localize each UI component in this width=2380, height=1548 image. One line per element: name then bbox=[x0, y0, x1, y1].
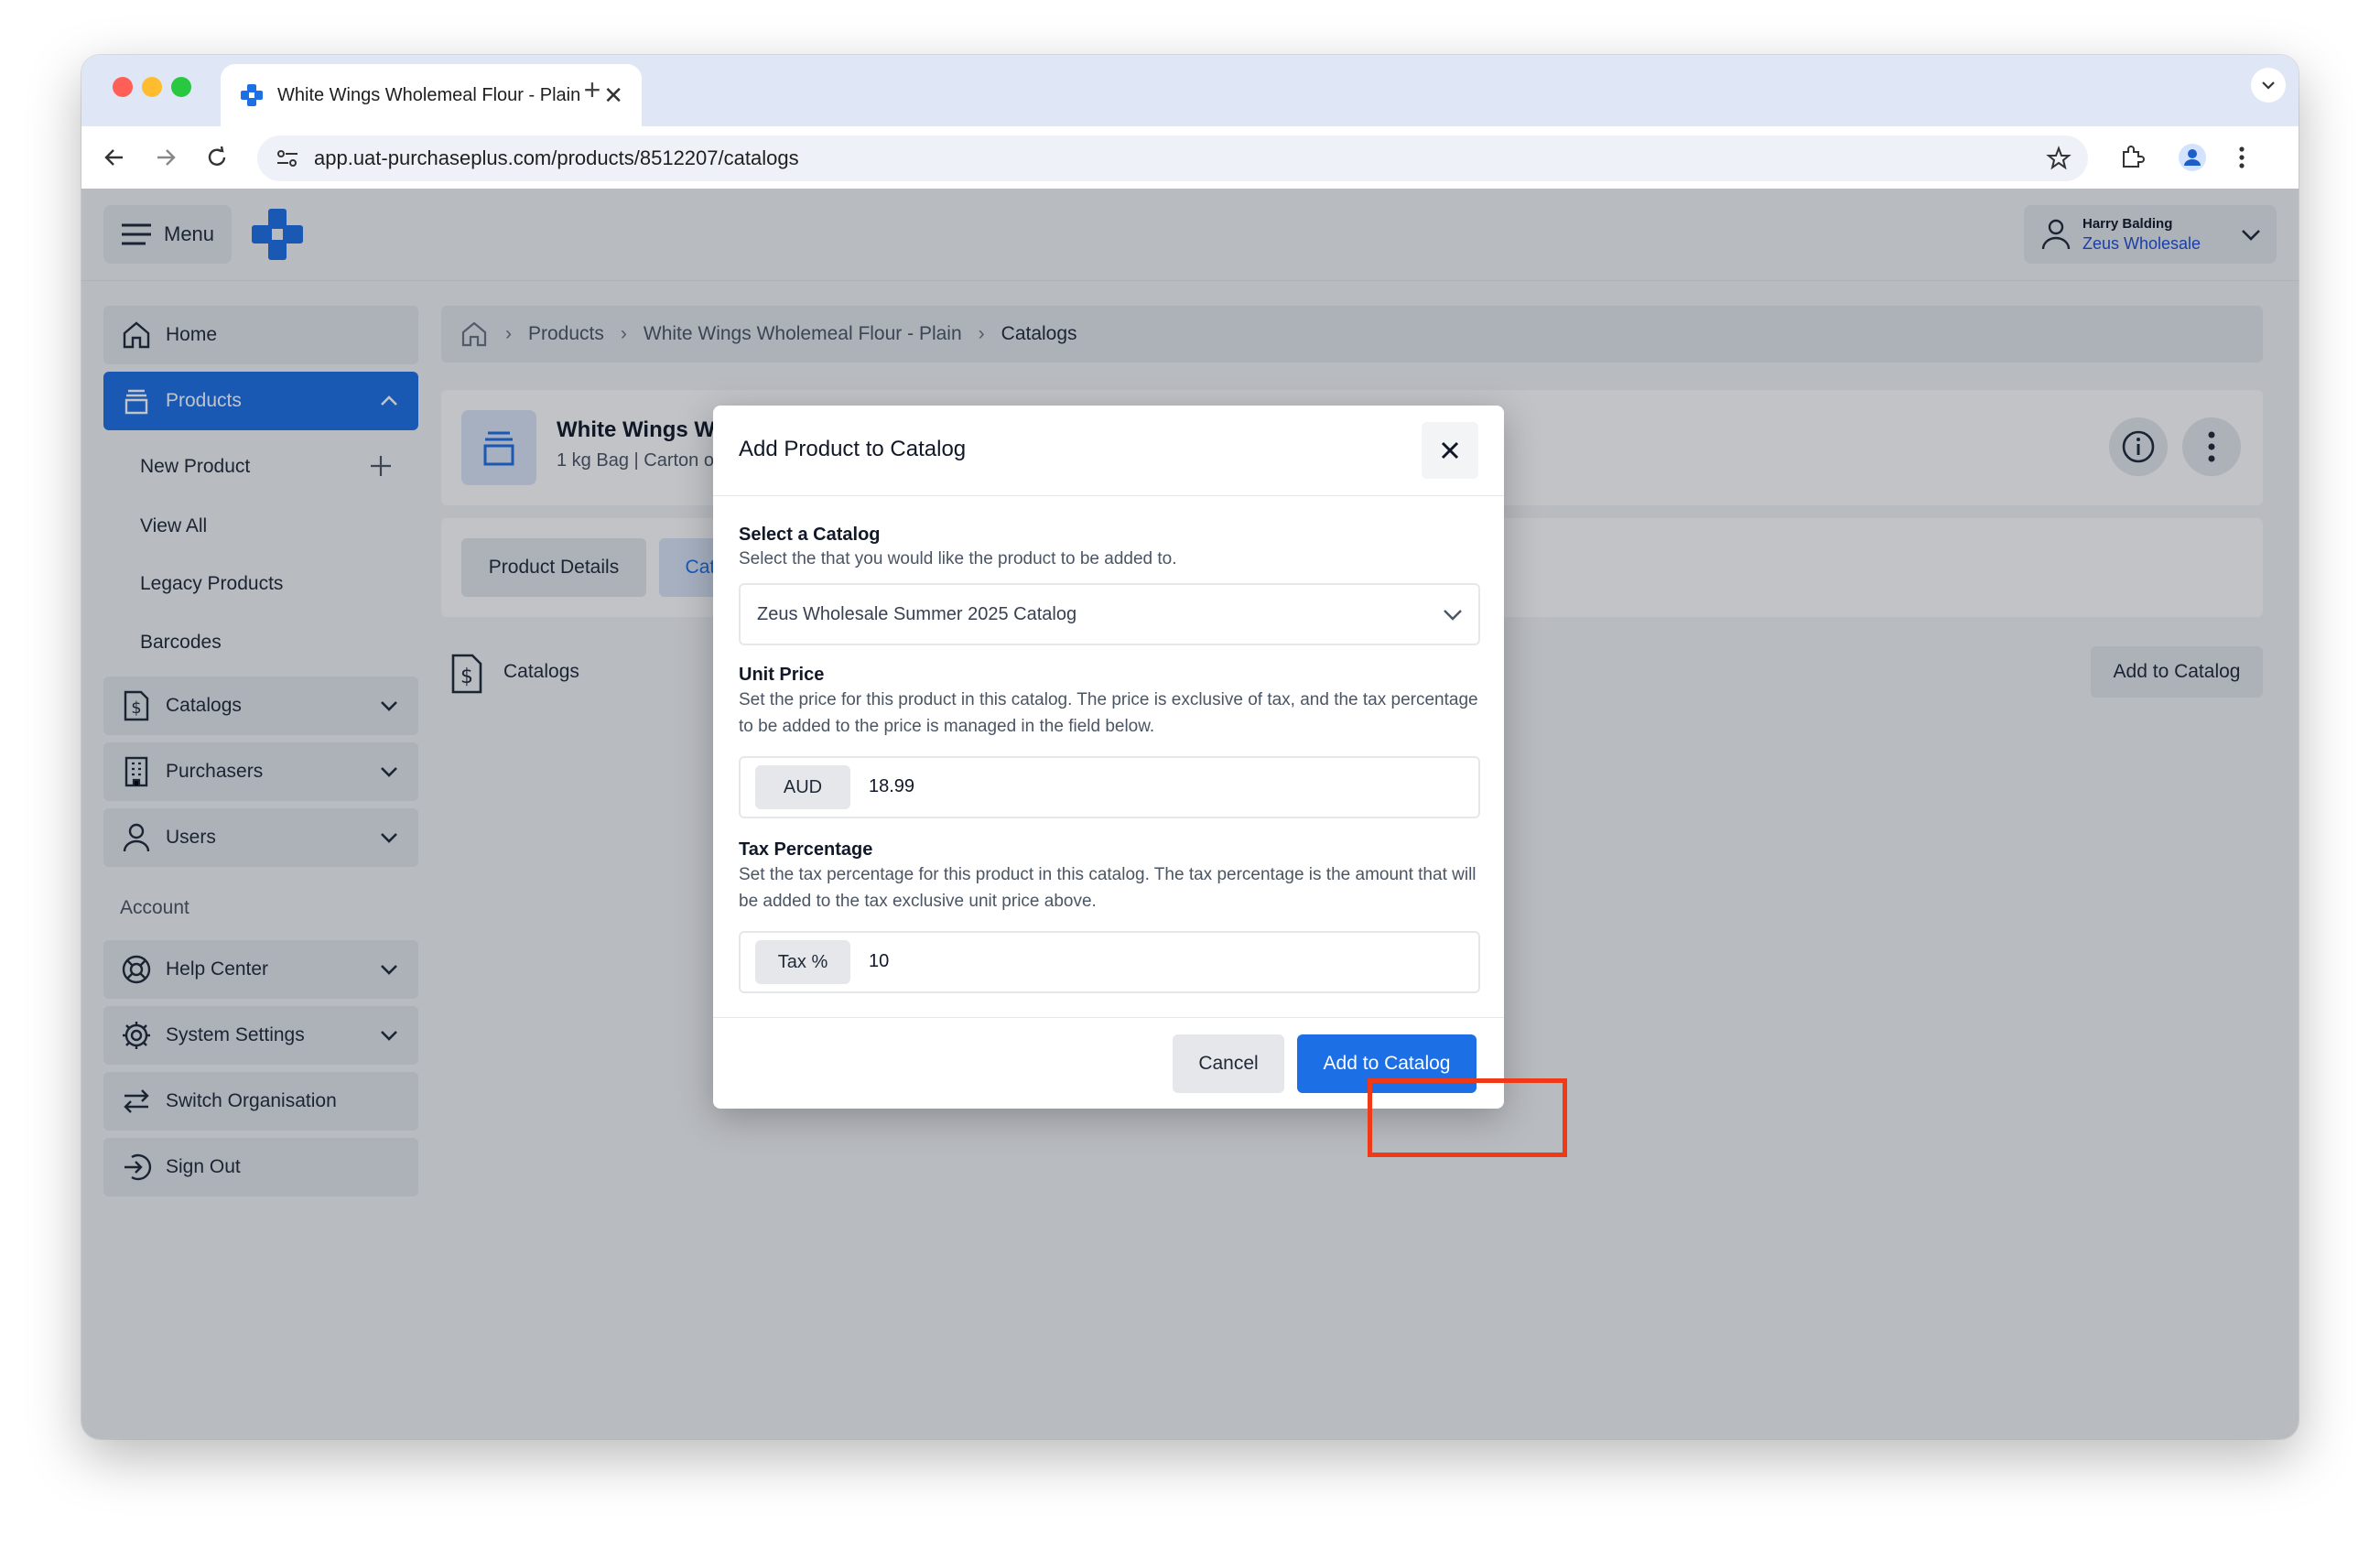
reload-button[interactable] bbox=[199, 139, 235, 176]
zoom-window-button[interactable] bbox=[171, 77, 191, 97]
modal-close-button[interactable] bbox=[1422, 422, 1478, 479]
tab-strip: White Wings Wholemeal Flour - Plain ✕ + bbox=[81, 55, 2299, 126]
tax-percentage-description: Set the tax percentage for this product … bbox=[739, 865, 1477, 911]
chevron-down-icon bbox=[1444, 610, 1462, 621]
catalog-select-label: Select a Catalog bbox=[739, 525, 881, 545]
arrow-right-icon bbox=[157, 149, 176, 166]
catalog-select-value: Zeus Wholesale Summer 2025 Catalog bbox=[757, 603, 1077, 624]
unit-price-input[interactable]: AUD 18.99 bbox=[739, 756, 1480, 818]
tax-addon: Tax % bbox=[755, 940, 850, 984]
puzzle-icon bbox=[2123, 146, 2145, 168]
star-icon[interactable] bbox=[2046, 146, 2072, 171]
catalog-select[interactable]: Zeus Wholesale Summer 2025 Catalog bbox=[739, 583, 1480, 645]
new-tab-button[interactable]: + bbox=[574, 71, 611, 108]
minimize-window-button[interactable] bbox=[142, 77, 162, 97]
profile-icon bbox=[2179, 144, 2206, 171]
tax-percentage-value: 10 bbox=[869, 951, 890, 971]
catalog-select-description: Select the that you would like the produ… bbox=[739, 549, 1177, 568]
profile-button[interactable] bbox=[2174, 139, 2211, 176]
unit-price-label: Unit Price bbox=[739, 665, 825, 685]
chevron-down-icon bbox=[2262, 81, 2275, 90]
highlight-box bbox=[1368, 1078, 1567, 1157]
tab-search-button[interactable] bbox=[2251, 68, 2286, 103]
favicon-icon bbox=[241, 84, 263, 106]
cancel-button[interactable]: Cancel bbox=[1173, 1034, 1284, 1093]
back-button[interactable] bbox=[96, 139, 133, 176]
reload-icon bbox=[208, 146, 226, 166]
arrow-left-icon bbox=[104, 149, 123, 166]
site-settings-icon bbox=[277, 150, 298, 167]
extensions-button[interactable] bbox=[2114, 139, 2150, 176]
browser-toolbar: app.uat-purchaseplus.com/products/851220… bbox=[81, 126, 2299, 189]
close-window-button[interactable] bbox=[113, 77, 133, 97]
url-text: app.uat-purchaseplus.com/products/851220… bbox=[314, 146, 799, 169]
tax-percentage-input[interactable]: Tax % 10 bbox=[739, 931, 1480, 993]
unit-price-description: Set the price for this product in this c… bbox=[739, 690, 1478, 736]
modal-header: Add Product to Catalog bbox=[713, 406, 1504, 496]
unit-price-value: 18.99 bbox=[869, 776, 915, 796]
tab-title: White Wings Wholemeal Flour - Plain bbox=[277, 84, 579, 105]
forward-button[interactable] bbox=[147, 139, 184, 176]
browser-menu-button[interactable] bbox=[2223, 139, 2260, 176]
close-icon bbox=[1441, 441, 1459, 460]
tax-percentage-label: Tax Percentage bbox=[739, 839, 873, 860]
currency-addon: AUD bbox=[755, 765, 850, 809]
kebab-menu-icon bbox=[2239, 146, 2245, 168]
address-bar[interactable]: app.uat-purchaseplus.com/products/851220… bbox=[257, 135, 2088, 181]
modal-title: Add Product to Catalog bbox=[739, 437, 967, 461]
add-product-to-catalog-modal: Add Product to Catalog Select a Catalog … bbox=[713, 406, 1504, 1109]
